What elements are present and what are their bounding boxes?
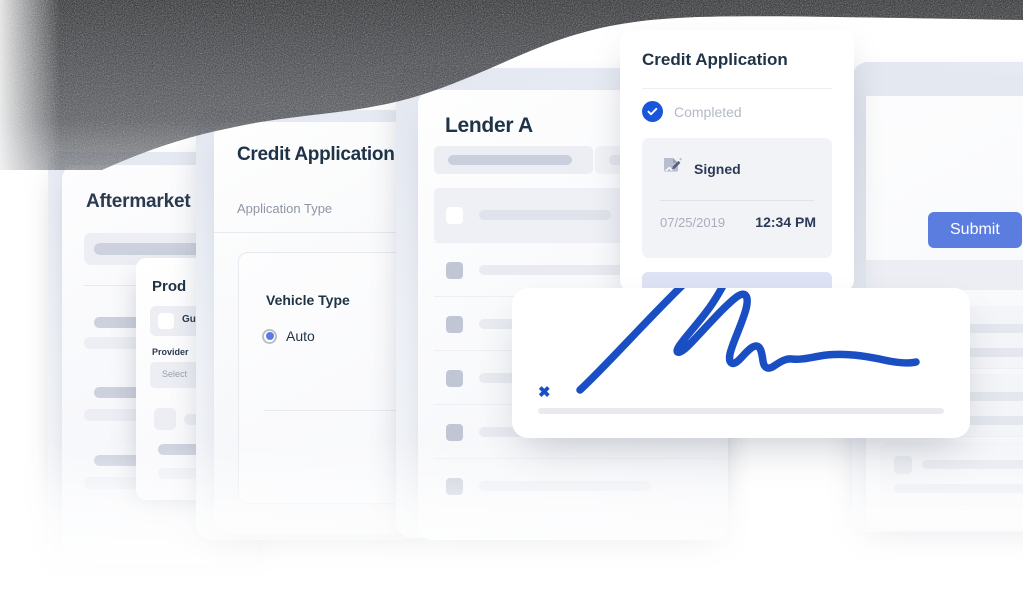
signed-status-row: Signed xyxy=(660,154,741,183)
lender-title: Lender A xyxy=(445,114,533,137)
signature-pad-card[interactable]: ✖ xyxy=(512,288,970,438)
aftermarket-title: Aftermarket xyxy=(86,191,191,212)
status-card-divider xyxy=(642,88,832,89)
checkbox-icon[interactable] xyxy=(446,261,463,279)
completed-label: Completed xyxy=(674,103,742,120)
row-bar xyxy=(894,484,1023,493)
signature-stroke xyxy=(576,288,920,394)
row-bar xyxy=(479,481,651,491)
checkbox-icon[interactable] xyxy=(446,423,463,441)
table-row[interactable] xyxy=(434,458,726,513)
credit-form-title: Credit Application xyxy=(237,144,395,165)
signed-time: 12:34 PM xyxy=(755,214,816,230)
lender-header-segment-1 xyxy=(434,146,594,174)
list-item[interactable] xyxy=(880,442,1023,505)
products-toggle-box[interactable] xyxy=(154,408,176,430)
checkbox-icon[interactable] xyxy=(894,456,912,474)
status-card-title: Credit Application xyxy=(642,50,788,69)
aftermarket-search-fill xyxy=(94,243,212,255)
checkbox-icon[interactable] xyxy=(446,315,463,333)
provider-select-placeholder: Select xyxy=(162,369,188,379)
signed-panel: Signed 07/25/2019 12:34 PM xyxy=(642,138,832,258)
signature-baseline xyxy=(538,408,944,414)
products-title: Prod xyxy=(152,278,187,295)
credit-application-status-card[interactable]: Credit Application Completed Signed 07/2… xyxy=(620,30,854,292)
row-bar xyxy=(479,210,611,220)
signed-panel-divider xyxy=(660,200,814,201)
checkbox-icon[interactable] xyxy=(446,477,463,495)
signature-pen-icon xyxy=(660,154,684,183)
completed-status-row: Completed xyxy=(642,101,742,122)
x-mark-icon: ✖ xyxy=(538,384,551,401)
provider-label: Provider xyxy=(152,347,189,357)
credit-application-form-card[interactable]: Credit Application Application Type Vehi… xyxy=(214,122,426,534)
auto-radio-label: Auto xyxy=(286,328,315,344)
checkbox-icon[interactable] xyxy=(446,206,463,224)
products-checkbox-label: Gu xyxy=(182,314,196,325)
row-bar xyxy=(922,460,1023,469)
vehicle-type-auto-option[interactable]: Auto xyxy=(262,328,315,344)
credit-form-divider xyxy=(214,232,426,233)
right-card-section-band xyxy=(866,260,1023,290)
right-card-topbar xyxy=(866,74,1023,96)
checkbox-icon[interactable] xyxy=(446,369,463,387)
signed-date: 07/25/2019 xyxy=(660,215,726,230)
application-type-label: Application Type xyxy=(237,201,333,216)
check-icon xyxy=(642,101,663,122)
screenshot-stage: Aftermarket Prod Gu Provider Select Cred… xyxy=(0,0,1023,611)
signed-label: Signed xyxy=(694,160,741,177)
submit-button[interactable]: Submit xyxy=(928,212,1022,248)
signed-meta-row: 07/25/2019 12:34 PM xyxy=(660,214,816,230)
vehicle-type-title: Vehicle Type xyxy=(266,292,350,308)
checkbox-icon[interactable] xyxy=(158,313,174,329)
radio-button-icon[interactable] xyxy=(262,328,277,344)
